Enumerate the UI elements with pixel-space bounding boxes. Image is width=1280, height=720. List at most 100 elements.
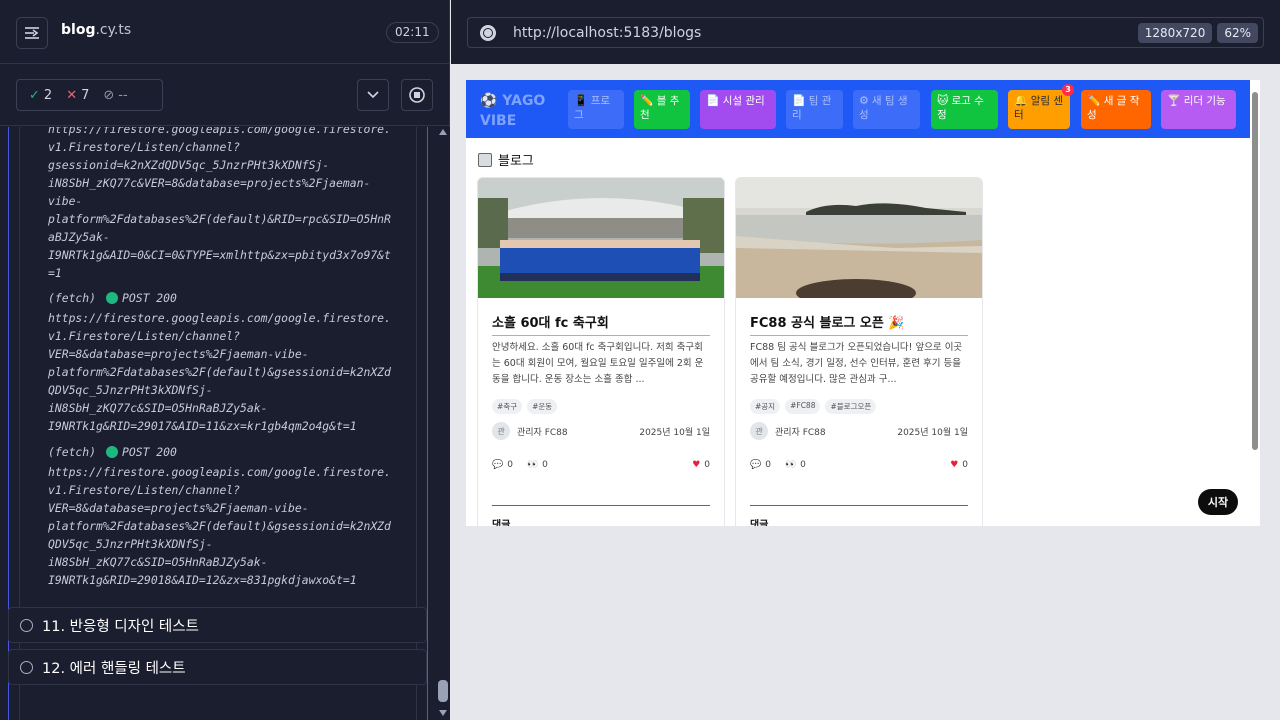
comments-heading: 댓글 bbox=[492, 520, 511, 526]
scroll-down-icon[interactable] bbox=[439, 710, 447, 716]
collapse-all-button[interactable] bbox=[357, 79, 389, 111]
comment-count: 0 bbox=[507, 460, 513, 470]
stop-button[interactable] bbox=[401, 79, 433, 111]
pending-circle-icon bbox=[20, 618, 33, 632]
post-excerpt: FC88 팀 공식 블로그가 오픈되었습니다! 앞으로 이곳에서 팀 소식, 경… bbox=[750, 342, 963, 385]
fetch-log-entry[interactable]: (fetch) POST 200 bbox=[48, 445, 177, 459]
comment-bubble-icon: 💬 bbox=[750, 460, 762, 470]
fetch-log-entry[interactable]: (fetch) POST 200 bbox=[48, 291, 177, 305]
scroll-up-icon[interactable] bbox=[439, 129, 447, 135]
spec-file-name: blog.cy.ts bbox=[61, 22, 131, 38]
pencil-icon: ✏️ bbox=[1087, 94, 1101, 107]
nav-button-recommend[interactable]: ✏️ 블 추천 bbox=[634, 90, 690, 129]
tag-chip[interactable]: #블로그오픈 bbox=[825, 399, 877, 414]
like-count: 0 bbox=[962, 460, 968, 470]
post-stats: 💬 0 👀 0 ♥ 0 bbox=[750, 460, 968, 470]
aut-scrollbar[interactable] bbox=[1250, 80, 1260, 526]
test-title: 11. 반응형 디자인 테스트 bbox=[42, 618, 199, 635]
comment-bubble-icon: 💬 bbox=[492, 460, 504, 470]
heart-icon[interactable]: ♥ bbox=[692, 460, 700, 470]
fetch-status: POST 200 bbox=[122, 445, 177, 459]
author-row: 관 관리자 FC88 2025년 10월 1일 bbox=[492, 422, 710, 440]
author-row: 관 관리자 FC88 2025년 10월 1일 bbox=[750, 422, 968, 440]
post-title[interactable]: FC88 공식 블로그 오픈 🎉 bbox=[750, 312, 968, 336]
nav-label: 리더 기능 bbox=[1183, 95, 1226, 107]
heart-icon[interactable]: ♥ bbox=[950, 460, 958, 470]
passed-count: 2 bbox=[43, 87, 53, 103]
tag-chip[interactable]: #공지 bbox=[750, 399, 781, 414]
scroll-thumb[interactable] bbox=[1252, 92, 1258, 450]
menu-arrow-icon bbox=[25, 27, 39, 39]
eyes-icon: 👀 bbox=[526, 460, 539, 470]
viewport-size-badge: 1280x720 bbox=[1137, 22, 1213, 43]
zoom-badge: 62% bbox=[1217, 22, 1258, 43]
status-dot-icon bbox=[106, 292, 119, 304]
specs-menu-button[interactable] bbox=[16, 17, 48, 49]
log-entry-url[interactable]: https://firestore.googleapis.com/google.… bbox=[48, 309, 391, 435]
app-under-test: ⚽ YAGO VIBE 📱 프로그 ✏️ 블 추천 📄 시설 관리 📄 팀 관리 ⚙ 새 … bbox=[466, 80, 1260, 526]
url-text[interactable]: http://localhost:5183/blogs bbox=[513, 25, 1138, 41]
nav-button-notifications[interactable]: 🔔 알림 센터 bbox=[1008, 90, 1070, 129]
aut-header: http://localhost:5183/blogs 1280x720 62% bbox=[451, 0, 1280, 64]
nav-label: 시설 관리 bbox=[722, 95, 765, 107]
scroll-thumb[interactable] bbox=[438, 680, 448, 702]
stats-bar: ✓ 2 ✕ 7 ⊘ -- bbox=[0, 64, 450, 126]
log-entry-url[interactable]: https://firestore.googleapis.com/google.… bbox=[48, 127, 391, 282]
cypress-runner-panel: blog.cy.ts 02:11 ✓ 2 ✕ 7 ⊘ -- https://fires… bbox=[0, 0, 450, 720]
post-title[interactable]: 소흘 60대 fc 축구회 bbox=[492, 312, 710, 336]
nav-button-program[interactable]: 📱 프로그 bbox=[568, 90, 624, 129]
run-timer: 02:11 bbox=[386, 22, 439, 43]
log-entry-url[interactable]: https://firestore.googleapis.com/google.… bbox=[48, 463, 391, 589]
start-button[interactable]: 시작 bbox=[1198, 489, 1238, 515]
tag-chip[interactable]: #운동 bbox=[527, 399, 558, 414]
blog-post-card[interactable]: FC88 공식 블로그 오픈 🎉 FC88 팀 공식 블로그가 오픈되었습니다!… bbox=[735, 177, 983, 526]
post-thumbnail-team-photo bbox=[478, 178, 724, 298]
comment-count: 0 bbox=[765, 460, 771, 470]
comments-heading: 댓글 bbox=[750, 520, 769, 526]
nav-button-new-post[interactable]: ✏️ 새 글 작성 bbox=[1081, 90, 1151, 129]
nav-button-team[interactable]: 📄 팀 관리 bbox=[786, 90, 843, 129]
document-icon: 📄 bbox=[792, 94, 806, 107]
post-thumbnail-beach-photo bbox=[736, 178, 982, 307]
blog-post-card[interactable]: 소흘 60대 fc 축구회 안녕하세요. 소흘 60대 fc 축구회입니다. 저… bbox=[477, 177, 725, 526]
failed-count: 7 bbox=[81, 87, 90, 103]
notebook-icon bbox=[478, 152, 492, 167]
app-logo[interactable]: ⚽ YAGO VIBE bbox=[480, 91, 545, 131]
tag-chip[interactable]: #FC88 bbox=[785, 399, 821, 414]
nav-button-edit-logo[interactable]: 🐱 로고 수정 bbox=[931, 90, 998, 129]
post-date: 2025년 10월 1일 bbox=[639, 427, 710, 438]
test-item[interactable]: 12. 에러 핸들링 테스트 bbox=[8, 649, 427, 685]
url-bar[interactable]: http://localhost:5183/blogs 1280x720 62% bbox=[467, 17, 1264, 48]
nav-button-facility[interactable]: 📄 시설 관리 bbox=[700, 90, 776, 129]
nav-button-leader[interactable]: 🍸 리더 기능 bbox=[1161, 90, 1236, 129]
post-stats: 💬 0 👀 0 ♥ 0 bbox=[492, 460, 710, 470]
spec-ext: .cy.ts bbox=[95, 22, 132, 38]
runner-scrollbar[interactable] bbox=[436, 127, 450, 720]
pending-count: -- bbox=[118, 87, 128, 103]
test-title: 12. 에러 핸들링 테스트 bbox=[42, 660, 186, 677]
nav-button-create-team[interactable]: ⚙ 새 팀 생성 bbox=[853, 90, 920, 129]
status-dot-icon bbox=[106, 446, 119, 458]
post-tags: #축구 #운동 bbox=[492, 399, 558, 414]
phone-icon: 📱 bbox=[574, 94, 588, 107]
pencil-icon: ✏️ bbox=[640, 94, 654, 107]
page-title: 블로그 bbox=[478, 150, 534, 169]
cat-icon: 🐱 bbox=[937, 94, 949, 107]
post-excerpt: 안녕하세요. 소흘 60대 fc 축구회입니다. 저희 축구회는 60대 회원이… bbox=[492, 342, 704, 385]
stop-icon bbox=[409, 87, 425, 103]
command-log[interactable]: https://firestore.googleapis.com/google.… bbox=[0, 127, 436, 720]
author-name: 관리자 FC88 bbox=[775, 427, 826, 438]
fetch-label: (fetch) bbox=[48, 445, 97, 459]
post-tags: #공지 #FC88 #블로그오픈 bbox=[750, 399, 877, 414]
chevron-down-icon bbox=[367, 91, 379, 99]
bell-icon: 🔔 bbox=[1014, 94, 1028, 107]
avatar: 관 bbox=[750, 422, 768, 440]
author-name: 관리자 FC88 bbox=[517, 427, 568, 438]
test-item[interactable]: 11. 반응형 디자인 테스트 bbox=[8, 607, 427, 643]
divider bbox=[750, 505, 968, 506]
notification-count-badge: 3 bbox=[1062, 84, 1074, 96]
fetch-label: (fetch) bbox=[48, 291, 97, 305]
tag-chip[interactable]: #축구 bbox=[492, 399, 523, 414]
test-stats: ✓ 2 ✕ 7 ⊘ -- bbox=[16, 79, 163, 111]
gear-icon: ⚙ bbox=[859, 94, 869, 107]
